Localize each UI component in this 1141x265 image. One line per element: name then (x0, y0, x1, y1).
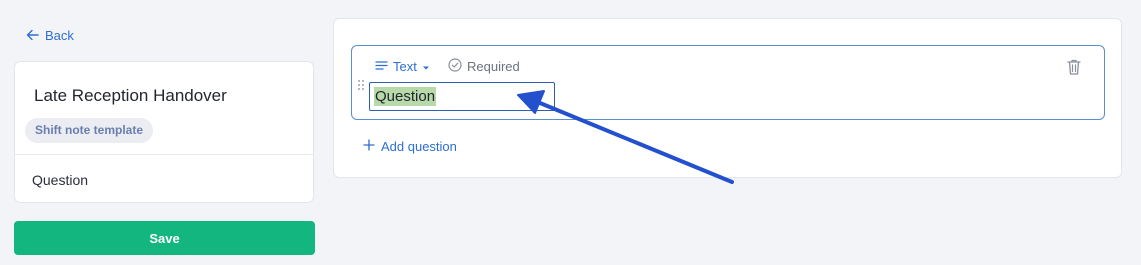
back-link[interactable]: Back (26, 26, 74, 44)
add-question-label: Add question (381, 138, 457, 154)
question-block: Text Required Question (351, 45, 1105, 120)
check-circle-icon (448, 57, 462, 75)
required-toggle[interactable]: Required (448, 57, 520, 75)
caret-down-icon (422, 59, 430, 74)
question-type-label: Text (393, 58, 417, 74)
add-question-button[interactable]: Add question (363, 137, 457, 155)
question-editor-card: Text Required Question Add question (333, 18, 1122, 178)
question-list-item[interactable]: Question (32, 172, 88, 188)
trash-icon[interactable] (1066, 58, 1082, 76)
plus-icon (363, 138, 375, 154)
required-label: Required (467, 58, 520, 74)
question-text-value: Question (374, 87, 437, 106)
arrow-left-icon (26, 29, 39, 41)
template-card: Late Reception Handover Shift note templ… (14, 61, 314, 203)
divider (15, 154, 313, 155)
template-title: Late Reception Handover (34, 86, 227, 105)
back-label: Back (45, 27, 74, 43)
lines-icon (375, 59, 388, 74)
drag-handle-icon[interactable] (357, 78, 365, 90)
question-type-dropdown[interactable]: Text (375, 58, 430, 74)
template-type-badge: Shift note template (25, 118, 154, 143)
save-button[interactable]: Save (14, 221, 315, 255)
question-text-input[interactable]: Question (369, 82, 555, 111)
